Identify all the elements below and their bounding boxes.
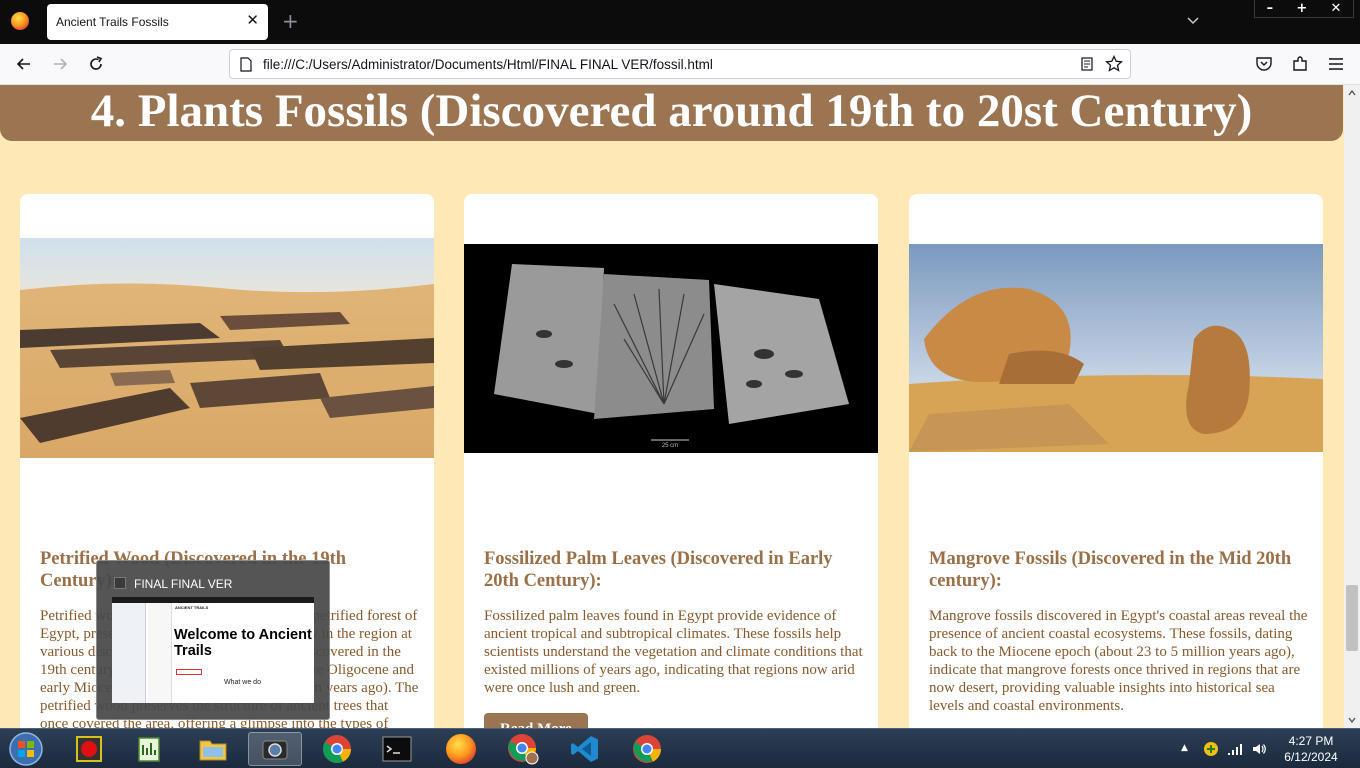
page-scrollbar[interactable] — [1344, 85, 1360, 728]
card-title: Fossilized Palm Leaves (Discovered in Ea… — [484, 549, 833, 591]
browser-nav-bar: file:///C:/Users/Administrator/Documents… — [0, 44, 1360, 85]
preview-subheading: What we do — [224, 679, 261, 686]
forward-arrow-icon[interactable] — [50, 54, 70, 74]
clock-date: 6/12/2024 — [1284, 750, 1338, 764]
thumbnail-title: FINAL FINAL VER — [134, 577, 233, 591]
windows-start-icon[interactable] — [6, 731, 46, 767]
url-text[interactable]: file:///C:/Users/Administrator/Documents… — [263, 57, 713, 72]
tab-title: Ancient Trails Fossils — [56, 15, 169, 29]
tray-app-icon[interactable] — [1203, 741, 1219, 757]
read-more-button[interactable]: Read More — [484, 713, 588, 728]
close-window-icon[interactable]: ✕ — [1330, 1, 1341, 16]
mangrove-fossils-image — [909, 244, 1323, 452]
window-controls: – + ✕ — [1254, 0, 1354, 18]
card-title: Mangrove Fossils (Discovered in the Mid … — [929, 549, 1292, 591]
petrified-wood-image — [20, 238, 434, 458]
taskbar-chrome-2[interactable] — [620, 732, 674, 766]
taskbar-record-app[interactable] — [62, 732, 116, 766]
taskbar-firefox[interactable] — [434, 732, 488, 766]
preview-sidebar — [112, 603, 146, 703]
taskbar-thumbnail-popup[interactable]: FINAL FINAL VER ANCIENT TRAILS Welcome t… — [96, 560, 330, 720]
chrome-profile-icon — [508, 734, 539, 765]
taskbar-chrome-profile[interactable] — [496, 732, 550, 766]
system-clock[interactable]: 4:27 PM 6/12/2024 — [1276, 733, 1346, 765]
menu-icon[interactable] — [1327, 55, 1345, 73]
volume-icon[interactable] — [1251, 741, 1267, 757]
folder-icon — [199, 740, 227, 761]
pocket-icon[interactable] — [1255, 55, 1273, 73]
preview-brand: ANCIENT TRAILS — [175, 605, 209, 610]
extensions-icon[interactable] — [1291, 55, 1309, 73]
close-tab-icon[interactable]: ✕ — [246, 13, 259, 29]
clock-time: 4:27 PM — [1288, 734, 1334, 748]
chevron-down-icon[interactable] — [1186, 13, 1200, 27]
show-hidden-icons-icon[interactable]: ▲ — [1181, 743, 1188, 753]
maximize-icon[interactable]: + — [1296, 1, 1307, 16]
folder-window-icon — [114, 577, 126, 589]
chrome-icon — [323, 735, 351, 764]
network-icon[interactable] — [1227, 741, 1243, 757]
scroll-up-icon[interactable] — [1347, 88, 1357, 98]
terminal-icon — [382, 736, 412, 762]
taskbar-editor-app[interactable] — [122, 732, 176, 766]
firefox-icon — [446, 734, 476, 764]
minimize-icon[interactable]: – — [1267, 1, 1274, 16]
windows-taskbar: ▲ 4:27 PM 6/12/2024 — [0, 728, 1360, 768]
browser-tab-active[interactable]: Ancient Trails Fossils ✕ — [47, 4, 268, 40]
vscode-icon — [571, 736, 598, 762]
section-heading-band: 4. Plants Fossils (Discovered around 19t… — [0, 85, 1343, 141]
taskbar-chrome[interactable] — [310, 732, 364, 766]
taskbar-terminal[interactable] — [370, 732, 424, 766]
taskbar-camera-app[interactable] — [248, 732, 302, 766]
bookmark-star-icon[interactable] — [1105, 55, 1123, 73]
taskbar-file-explorer[interactable] — [186, 732, 240, 766]
camera-icon — [262, 740, 288, 760]
scrollbar-thumb[interactable] — [1346, 585, 1358, 651]
card-description: Mangrove fossils discovered in Egypt's c… — [929, 608, 1308, 714]
fossil-card-palm-leaves: 25 cm Fossilized Palm Leaves (Discovered… — [464, 194, 878, 728]
address-bar[interactable]: file:///C:/Users/Administrator/Documents… — [229, 49, 1131, 79]
fossil-card-mangrove: Mangrove Fossils (Discovered in the Mid … — [909, 194, 1323, 728]
scale-label: 25 cm — [662, 443, 678, 449]
page-icon — [240, 57, 252, 72]
card-description: Fossilized palm leaves found in Egypt pr… — [484, 608, 863, 696]
back-arrow-icon[interactable] — [14, 54, 34, 74]
palm-leaves-image: 25 cm — [464, 244, 878, 453]
reader-view-icon[interactable] — [1080, 57, 1094, 71]
preview-button — [176, 669, 202, 675]
reload-icon[interactable] — [86, 54, 106, 74]
preview-heading: Welcome to Ancient Trails — [174, 627, 312, 659]
editor-icon — [138, 737, 160, 762]
scroll-down-icon[interactable] — [1347, 715, 1357, 725]
new-tab-icon[interactable]: + — [282, 11, 299, 31]
section-heading: 4. Plants Fossils (Discovered around 19t… — [90, 85, 1253, 137]
chrome-icon — [633, 735, 661, 763]
thumbnail-preview[interactable]: ANCIENT TRAILS Welcome to Ancient Trails… — [112, 597, 314, 703]
preview-file-list — [148, 603, 172, 703]
taskbar-vscode[interactable] — [558, 732, 612, 766]
browser-tab-bar: Ancient Trails Fossils ✕ + – + ✕ — [0, 0, 1360, 44]
firefox-logo-icon[interactable] — [11, 12, 29, 30]
record-icon — [76, 736, 102, 762]
